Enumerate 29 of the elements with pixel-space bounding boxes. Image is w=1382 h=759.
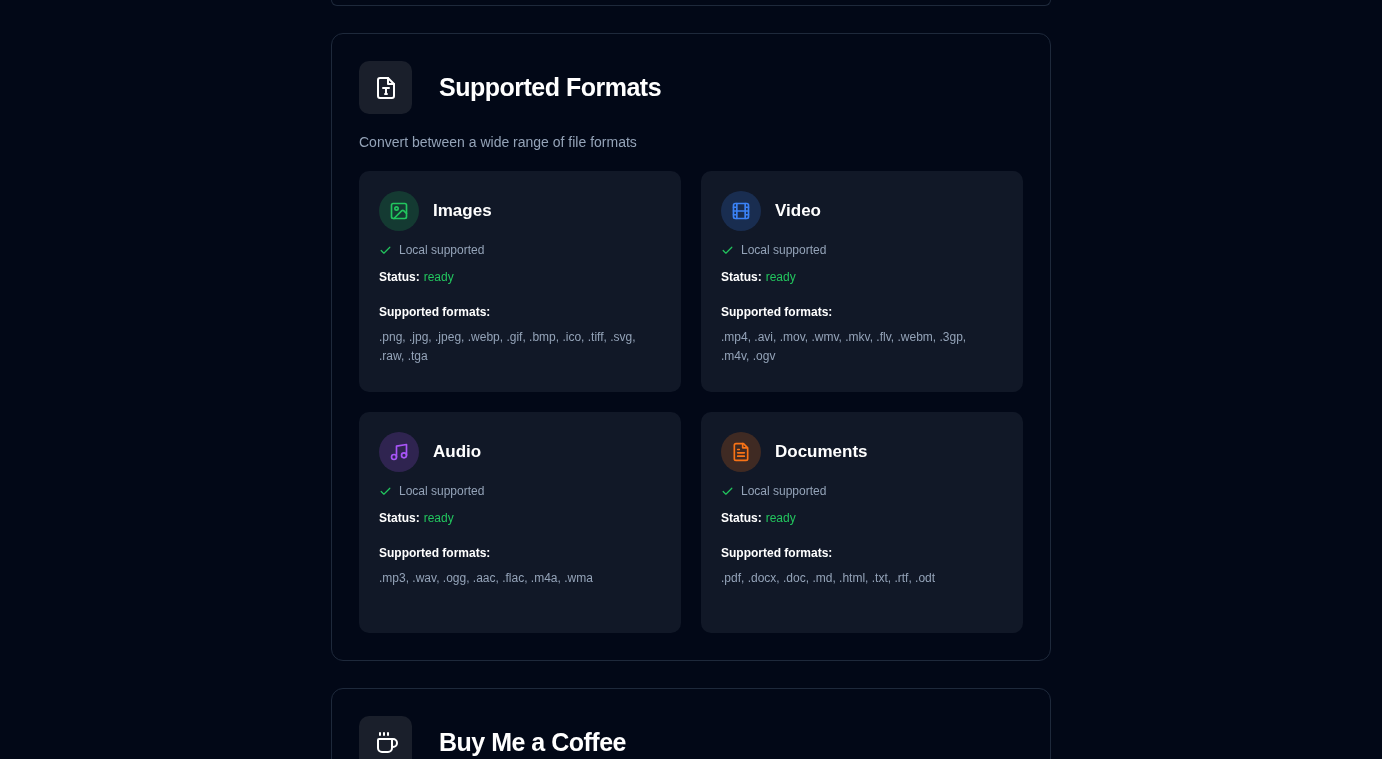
formats-label: Supported formats: — [379, 305, 492, 319]
category-title: Documents — [775, 442, 868, 462]
status-value: ready — [765, 511, 796, 525]
status-label: Status: — [379, 270, 420, 284]
formats-label: Supported formats: — [379, 546, 492, 560]
formats-label: Supported formats: — [721, 546, 834, 560]
coffee-cup-icon — [359, 716, 412, 759]
category-title: Video — [775, 201, 821, 221]
section-title: Supported Formats — [439, 73, 662, 102]
formats-list: .mp4, .avi, .mov, .wmv, .mkv, .flv, .webm, .3gp, .m4v, .ogv — [721, 328, 991, 366]
status-value: ready — [765, 270, 796, 284]
section-title: Buy Me a Coffee — [439, 728, 626, 757]
status-label: Status: — [721, 270, 762, 284]
local-support-label: Local supported — [399, 484, 485, 498]
local-support-label: Local supported — [741, 484, 827, 498]
formats-list: .png, .jpg, .jpeg, .webp, .gif, .bmp, .ico, .tiff, .svg, .raw, .tga — [379, 328, 649, 366]
local-support-label: Local supported — [399, 243, 485, 257]
formats-list: .pdf, .docx, .doc, .md, .html, .txt, .rtf, .odt — [721, 569, 991, 588]
status-value: ready — [423, 270, 454, 284]
formats-list: .mp3, .wav, .ogg, .aac, .flac, .m4a, .wma — [379, 569, 649, 588]
section-subtitle: Convert between a wide range of file formats — [359, 134, 638, 150]
text-file-icon — [359, 61, 412, 114]
status-value: ready — [423, 511, 454, 525]
local-support-label: Local supported — [741, 243, 827, 257]
status-label: Status: — [379, 511, 420, 525]
category-title: Images — [433, 201, 492, 221]
formats-label: Supported formats: — [721, 305, 834, 319]
status-label: Status: — [721, 511, 762, 525]
category-title: Audio — [433, 442, 482, 462]
